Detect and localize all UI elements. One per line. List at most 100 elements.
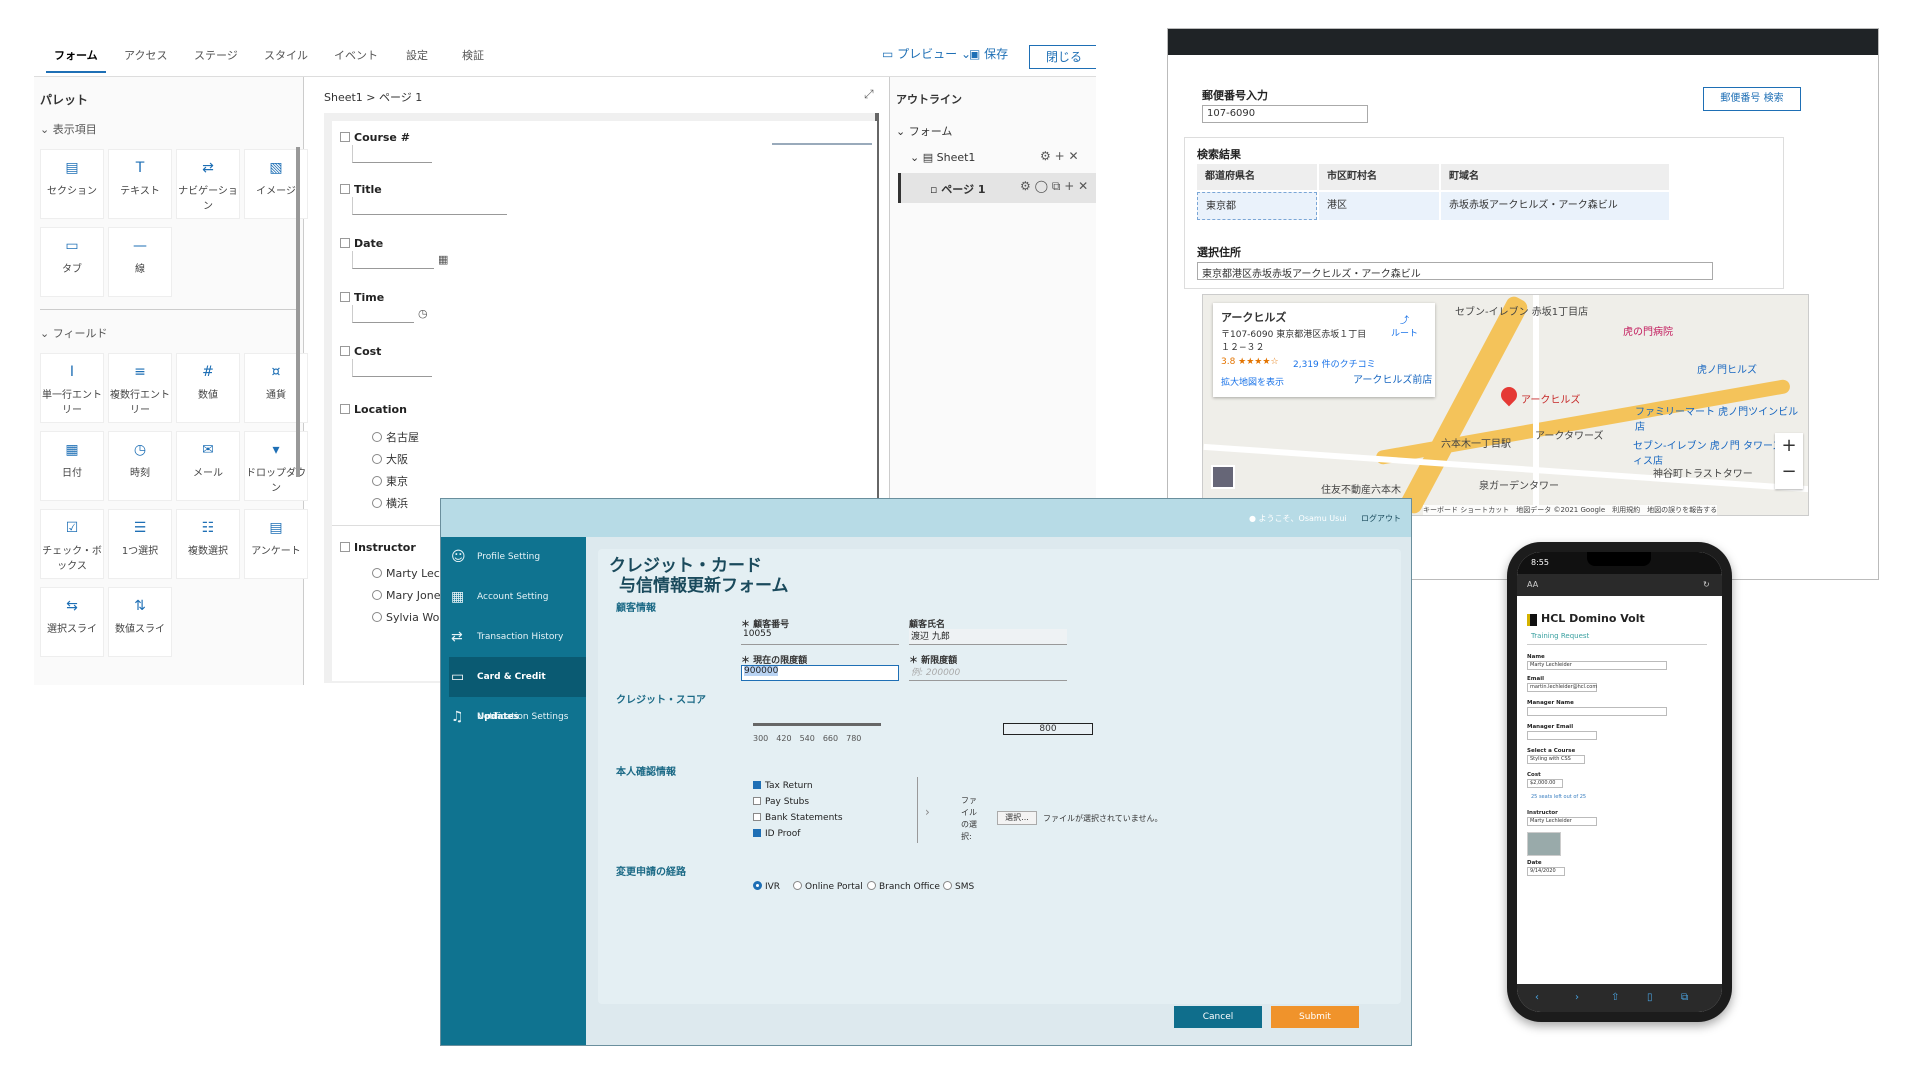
reload-icon[interactable]: ↻ [1703,574,1710,596]
zoom-out-icon[interactable]: − [1781,461,1796,482]
tabs-icon[interactable]: ⧉ [1681,984,1688,1012]
radio-button[interactable] [372,432,382,442]
field-date[interactable]: Date [340,237,383,250]
route-ivr[interactable]: IVR [753,881,780,892]
location-option[interactable]: 東京 [372,473,408,489]
field-select-checkbox[interactable] [340,346,350,356]
current-limit-field[interactable]: 900000 [741,665,899,681]
doc-tax-return[interactable]: Tax Return [753,781,813,791]
email-input[interactable]: martin.lechleider@hcl.com [1527,683,1597,692]
radio-button[interactable] [372,476,382,486]
field-time[interactable]: Time [340,291,384,304]
route-online-portal[interactable]: Online Portal [793,881,863,892]
nav-card-credit-updates[interactable]: ▭ Card & Credit Updates [449,657,586,722]
browser-url-bar[interactable]: AA ↻ [1517,574,1722,596]
nav-notification-settings[interactable]: ♫ Notification Settings [449,697,586,737]
clock-icon[interactable]: ◷ [418,307,428,320]
tab-form[interactable]: フォーム [46,47,106,73]
satellite-toggle[interactable] [1211,465,1235,489]
checkbox[interactable] [753,829,761,837]
expand-icon[interactable]: ⤢ [864,87,874,102]
map-pin-icon[interactable] [1497,383,1521,407]
checkbox[interactable] [753,797,761,805]
location-option[interactable]: 名古屋 [372,429,419,445]
logout-link[interactable]: ログアウト [1361,513,1401,524]
location-option[interactable]: 大阪 [372,451,408,467]
radio-button[interactable] [372,612,382,622]
palette-text[interactable]: T テキスト [108,149,172,219]
calendar-icon[interactable]: ▦ [438,253,448,266]
tab-validation[interactable]: 検証 [462,47,484,63]
tab-event[interactable]: イベント [334,47,378,63]
share-icon[interactable]: ⇧ [1611,984,1619,1012]
palette-time[interactable]: ◷ 時刻 [108,431,172,501]
palette-email[interactable]: ✉ メール [176,431,240,501]
tab-style[interactable]: スタイル [264,47,308,63]
result-cell[interactable]: 赤坂赤坂アークヒルズ・アーク森ビル [1441,192,1669,220]
cost-input[interactable] [352,359,432,377]
field-select-checkbox[interactable] [340,404,350,414]
zip-input[interactable]: 107-6090 [1202,105,1368,123]
save-button[interactable]: ▣ 保存 [969,45,1008,62]
palette-line[interactable]: — 線 [108,227,172,297]
route-branch-office[interactable]: Branch Office [867,881,940,892]
palette-multi-line[interactable]: ≡ 複数行エントリー [108,353,172,423]
tab-access[interactable]: アクセス [124,47,167,63]
field-select-checkbox[interactable] [340,132,350,142]
radio-button[interactable] [372,568,382,578]
zoom-in-icon[interactable]: + [1781,435,1796,456]
palette-tab[interactable]: ▭ タブ [40,227,104,297]
field-select-checkbox[interactable] [340,542,350,552]
field-select-checkbox[interactable] [340,292,350,302]
enlarge-map-link[interactable]: 拡大地図を表示 [1221,375,1284,388]
field-location[interactable]: Location [340,403,407,416]
title-input[interactable] [352,197,507,215]
field-cost[interactable]: Cost [340,345,381,358]
course-input[interactable] [352,145,432,163]
instructor-option[interactable]: Mary Jones [372,589,446,602]
checkbox[interactable] [753,781,761,789]
nav-account-setting[interactable]: ▦ Account Setting [449,577,586,617]
zoom-control[interactable]: + − [1775,433,1803,489]
google-map[interactable]: アークヒルズ 〒107-6090 東京都港区赤坂１丁目 １２−３２ 3.8 ★★… [1202,294,1809,516]
instructor-input[interactable]: Marty Lechleider [1527,817,1597,826]
result-cell[interactable]: 東京都 [1197,192,1317,220]
radio-button[interactable] [372,454,382,464]
doc-pay-stubs[interactable]: Pay Stubs [753,797,809,807]
palette-single-line[interactable]: I 単一行エントリー [40,353,104,423]
nav-profile-setting[interactable]: ☺ Profile Setting [449,537,586,577]
radio-button[interactable] [943,881,952,890]
field-instructor[interactable]: Instructor [340,541,416,554]
palette-number-slider[interactable]: ⇅ 数値スライ [108,587,172,657]
manager-email-input[interactable] [1527,731,1597,740]
field-course[interactable]: Course # [340,131,410,144]
result-cell[interactable]: 港区 [1319,192,1439,220]
field-section-header[interactable]: ⌄ フィールド [40,325,108,341]
palette-select-slider[interactable]: ⇆ 選択スライ [40,587,104,657]
forward-icon[interactable]: › [1575,984,1579,1012]
palette-date[interactable]: ▦ 日付 [40,431,104,501]
course-select[interactable]: Styling with CSS [1527,755,1585,764]
sheet-actions-icons[interactable]: ⚙ + ✕ [1040,149,1079,163]
palette-survey[interactable]: ▤ アンケート [244,509,308,579]
manager-name-input[interactable] [1527,707,1667,716]
name-input[interactable]: Marty Lechleider [1527,661,1667,670]
palette-single-select[interactable]: ☰ 1つ選択 [108,509,172,579]
file-choose-button[interactable]: 選択... [997,811,1037,825]
back-icon[interactable]: ‹ [1535,984,1539,1012]
field-select-checkbox[interactable] [340,184,350,194]
palette-checkbox[interactable]: ☑ チェック・ボックス [40,509,104,579]
radio-button[interactable] [867,881,876,890]
field-select-checkbox[interactable] [340,238,350,248]
cost-input[interactable]: $2,000.00 [1527,779,1563,788]
palette-scrollbar[interactable] [296,147,300,477]
doc-id-proof[interactable]: ID Proof [753,829,800,839]
radio-button[interactable] [372,590,382,600]
radio-button[interactable] [793,881,802,890]
palette-number[interactable]: # 数値 [176,353,240,423]
field-title[interactable]: Title [340,183,382,196]
location-option[interactable]: 横浜 [372,495,408,511]
checkbox[interactable] [753,813,761,821]
tab-settings[interactable]: 設定 [406,47,428,63]
zip-search-button[interactable]: 郵便番号 検索 [1703,87,1801,111]
